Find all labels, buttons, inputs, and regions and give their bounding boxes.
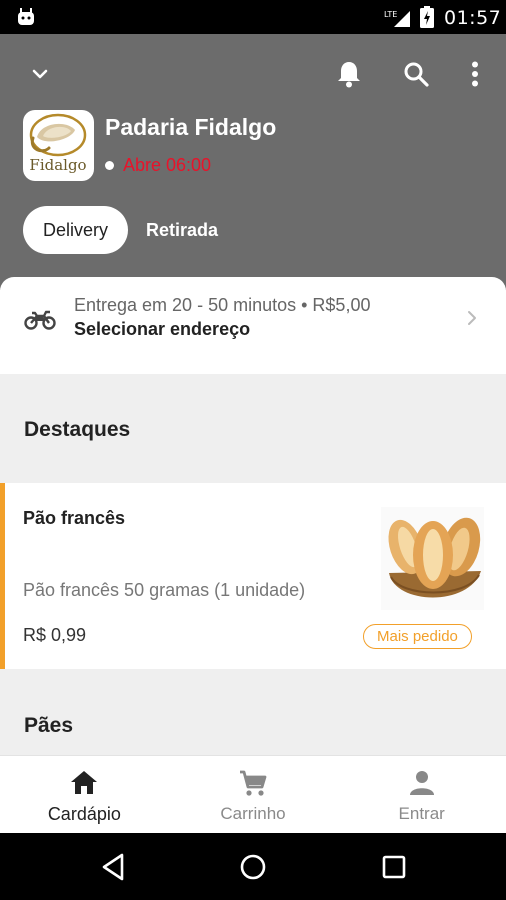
clock: 01:57 bbox=[444, 7, 502, 29]
section-title-breads: Pães bbox=[24, 714, 74, 737]
product-image bbox=[381, 507, 484, 610]
bell-icon bbox=[338, 62, 360, 88]
back-icon[interactable] bbox=[98, 851, 130, 883]
store-header: Fidalgo Padaria Fidalgo Abre 06:00 Deliv… bbox=[0, 34, 506, 290]
pickup-tab[interactable]: Retirada bbox=[128, 206, 238, 254]
nav-menu-label: Cardápio bbox=[47, 804, 121, 824]
store-status-text: Abre 06:00 bbox=[123, 155, 212, 175]
home-circle-icon[interactable] bbox=[237, 851, 269, 883]
svg-text:Fidalgo: Fidalgo bbox=[29, 156, 86, 174]
store-name: Padaria Fidalgo bbox=[105, 114, 277, 140]
nav-login[interactable]: Entrar bbox=[337, 756, 506, 833]
recents-icon[interactable] bbox=[378, 851, 410, 883]
product-name: Pão francês bbox=[23, 508, 126, 528]
android-notification-icon bbox=[18, 8, 34, 25]
more-vert-icon bbox=[472, 61, 478, 87]
store-status: Abre 06:00 bbox=[105, 155, 211, 176]
notifications-button[interactable] bbox=[331, 56, 367, 92]
delivery-address-card[interactable]: Entrega em 20 - 50 minutos • R$5,00 Sele… bbox=[0, 277, 506, 374]
search-icon bbox=[404, 62, 429, 87]
collapse-button[interactable] bbox=[22, 56, 58, 92]
product-card[interactable]: Pão francês Pão francês 50 gramas (1 uni… bbox=[0, 483, 506, 669]
svg-text:LTE: LTE bbox=[384, 10, 397, 19]
search-button[interactable] bbox=[398, 56, 434, 92]
nav-cart[interactable]: Carrinho bbox=[169, 756, 338, 833]
select-address-label: Selecionar endereço bbox=[74, 319, 251, 339]
status-bar: LTE 01:57 bbox=[0, 0, 506, 34]
battery-charging-icon bbox=[420, 6, 434, 28]
system-navigation-bar bbox=[0, 833, 506, 900]
chevron-down-icon bbox=[32, 69, 48, 79]
nav-menu[interactable]: Cardápio bbox=[0, 756, 169, 833]
product-price: R$ 0,99 bbox=[23, 625, 87, 645]
status-dot bbox=[105, 161, 114, 170]
person-icon bbox=[409, 771, 434, 795]
cart-icon bbox=[240, 770, 267, 796]
most-ordered-badge: Mais pedido bbox=[363, 624, 472, 649]
nav-login-label: Entrar bbox=[398, 804, 445, 823]
delivery-tab[interactable]: Delivery bbox=[23, 206, 129, 254]
delivery-info: Entrega em 20 - 50 minutos • R$5,00 bbox=[74, 295, 371, 315]
signal-lte-icon: LTE bbox=[384, 10, 410, 27]
section-title-highlights: Destaques bbox=[24, 418, 131, 441]
more-options-button[interactable] bbox=[457, 56, 493, 92]
bottom-navigation: Cardápio Carrinho Entrar bbox=[0, 755, 506, 833]
home-icon bbox=[71, 771, 98, 794]
delivery-mode-toggle: Delivery Retirada bbox=[23, 206, 238, 254]
nav-cart-label: Carrinho bbox=[220, 804, 286, 823]
product-description: Pão francês 50 gramas (1 unidade) bbox=[23, 580, 306, 600]
chevron-right-icon bbox=[468, 311, 476, 325]
motorcycle-icon bbox=[24, 310, 56, 330]
store-logo: Fidalgo bbox=[23, 110, 94, 181]
